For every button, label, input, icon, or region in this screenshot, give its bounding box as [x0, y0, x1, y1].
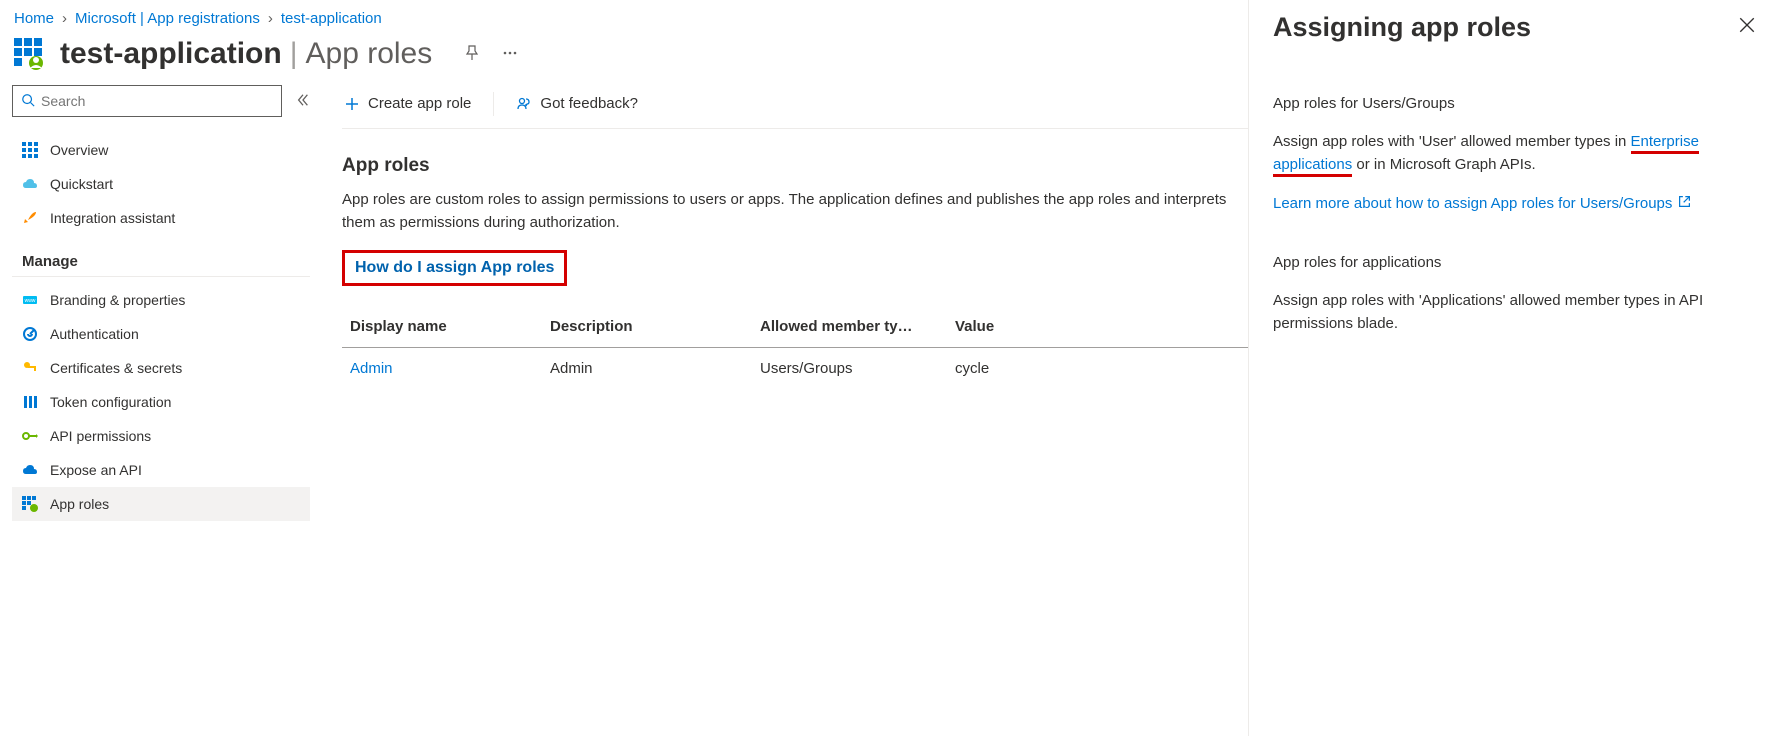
- app-roles-icon: [22, 496, 38, 512]
- close-panel-button[interactable]: [1738, 16, 1756, 37]
- row-display-name[interactable]: Admin: [350, 360, 393, 377]
- feedback-label: Got feedback?: [540, 95, 638, 112]
- collapse-nav-button[interactable]: [296, 93, 310, 110]
- expose-api-icon: [22, 462, 38, 478]
- sidebar-item-api-permissions[interactable]: API permissions: [12, 419, 310, 453]
- side-panel: Assigning app roles App roles for Users/…: [1248, 0, 1778, 736]
- panel-text-users-groups: Assign app roles with 'User' allowed mem…: [1273, 130, 1754, 177]
- table-header-row: Display name Description Allowed member …: [342, 306, 1248, 348]
- external-link-icon: [1678, 195, 1691, 212]
- plus-icon: [344, 96, 360, 112]
- sidebar-item-certificates-secrets[interactable]: Certificates & secrets: [12, 351, 310, 385]
- rocket-icon: [22, 210, 38, 226]
- page-title-row: test-application | App roles: [12, 35, 1248, 85]
- col-value[interactable]: Value: [955, 318, 1045, 335]
- api-permissions-icon: [22, 428, 38, 444]
- sidebar-item-label: API permissions: [50, 428, 151, 444]
- col-allowed-member-types[interactable]: Allowed member ty…: [760, 318, 955, 335]
- app-roles-table: Display name Description Allowed member …: [342, 306, 1248, 389]
- chevron-right-icon: ›: [62, 10, 67, 27]
- page-subtitle: App roles: [306, 37, 433, 71]
- breadcrumb: Home › Microsoft | App registrations › t…: [12, 6, 1248, 35]
- sidebar-item-expose-api[interactable]: Expose an API: [12, 453, 310, 487]
- learn-more-link[interactable]: Learn more about how to assign App roles…: [1273, 195, 1691, 212]
- search-icon: [21, 93, 35, 110]
- sidebar-item-label: App roles: [50, 496, 109, 512]
- token-icon: [22, 394, 38, 410]
- nav-section-manage: Manage: [12, 241, 310, 277]
- feedback-button[interactable]: Got feedback?: [514, 91, 640, 116]
- sidebar-item-authentication[interactable]: Authentication: [12, 317, 310, 351]
- table-row[interactable]: Admin Admin Users/Groups cycle: [342, 348, 1248, 389]
- sidebar-item-label: Overview: [50, 142, 108, 158]
- sidebar-item-label: Branding & properties: [50, 292, 185, 308]
- section-description: App roles are custom roles to assign per…: [342, 189, 1248, 234]
- title-separator: |: [290, 37, 298, 71]
- chevron-right-icon: ›: [268, 10, 273, 27]
- pin-button[interactable]: [460, 41, 484, 68]
- grid-icon: [22, 142, 38, 158]
- app-roles-icon: [14, 38, 46, 70]
- page-title: test-application: [60, 37, 282, 71]
- toolbar-separator: [493, 92, 494, 116]
- cloud-icon: [22, 176, 38, 192]
- panel-title: Assigning app roles: [1273, 12, 1754, 43]
- key-icon: [22, 360, 38, 376]
- panel-text-applications: Assign app roles with 'Applications' all…: [1273, 289, 1754, 336]
- row-description: Admin: [550, 360, 760, 377]
- auth-icon: [22, 326, 38, 342]
- sidebar-item-label: Certificates & secrets: [50, 360, 182, 376]
- how-to-assign-link[interactable]: How do I assign App roles: [342, 250, 567, 286]
- search-box[interactable]: [12, 85, 282, 117]
- col-display-name[interactable]: Display name: [350, 318, 550, 335]
- row-allowed-member-types: Users/Groups: [760, 360, 955, 377]
- sidebar-item-token-configuration[interactable]: Token configuration: [12, 385, 310, 419]
- breadcrumb-current[interactable]: test-application: [281, 10, 382, 27]
- create-app-role-button[interactable]: Create app role: [342, 91, 473, 116]
- sidebar-item-overview[interactable]: Overview: [12, 133, 310, 167]
- toolbar: Create app role Got feedback?: [342, 85, 1248, 129]
- panel-subtitle-users-groups: App roles for Users/Groups: [1273, 95, 1754, 112]
- breadcrumb-home[interactable]: Home: [14, 10, 54, 27]
- sidebar-item-branding[interactable]: www Branding & properties: [12, 283, 310, 317]
- sidebar-item-integration-assistant[interactable]: Integration assistant: [12, 201, 310, 235]
- breadcrumb-app-registrations[interactable]: Microsoft | App registrations: [75, 10, 260, 27]
- section-heading: App roles: [342, 155, 1248, 177]
- sidebar-item-label: Integration assistant: [50, 210, 175, 226]
- sidebar-item-label: Authentication: [50, 326, 139, 342]
- sidebar-item-app-roles[interactable]: App roles: [12, 487, 310, 521]
- svg-text:www: www: [25, 298, 36, 304]
- search-input[interactable]: [41, 93, 273, 109]
- feedback-icon: [516, 96, 532, 112]
- sidebar-item-quickstart[interactable]: Quickstart: [12, 167, 310, 201]
- create-app-role-label: Create app role: [368, 95, 471, 112]
- branding-icon: www: [22, 292, 38, 308]
- sidebar-item-label: Expose an API: [50, 462, 142, 478]
- row-value: cycle: [955, 360, 1045, 377]
- col-description[interactable]: Description: [550, 318, 760, 335]
- sidebar-item-label: Token configuration: [50, 394, 171, 410]
- panel-subtitle-applications: App roles for applications: [1273, 254, 1754, 271]
- more-button[interactable]: [498, 41, 522, 68]
- sidebar-item-label: Quickstart: [50, 176, 113, 192]
